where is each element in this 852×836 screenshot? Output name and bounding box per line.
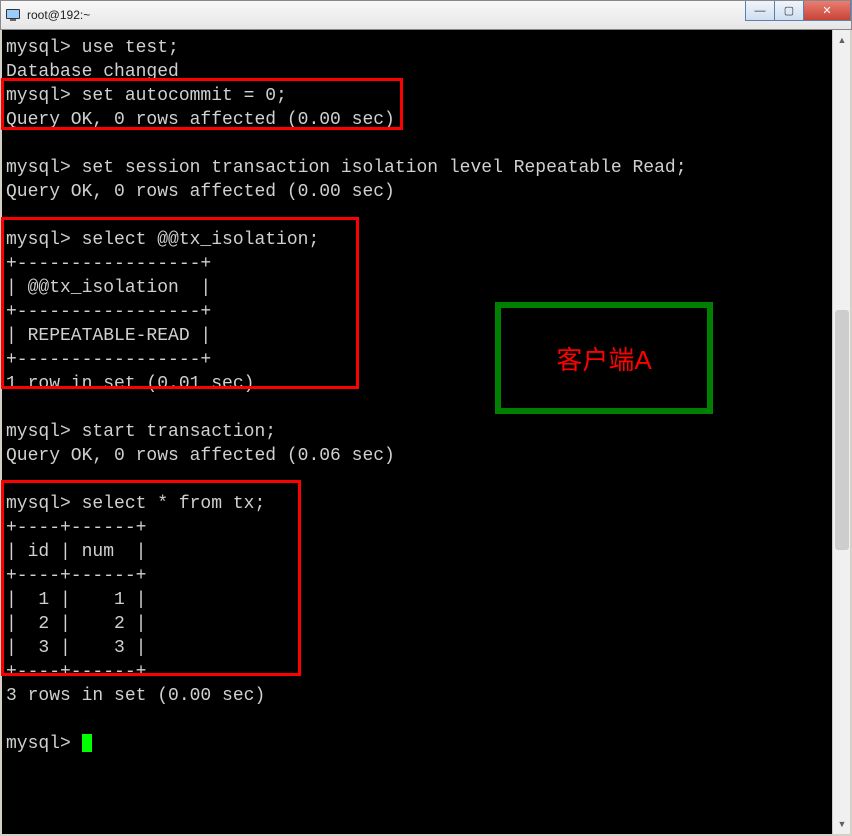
terminal-line (6, 468, 828, 492)
terminal-line: mysql> (6, 732, 828, 756)
window-controls: — ▢ ✕ (746, 1, 851, 23)
close-button[interactable]: ✕ (803, 1, 851, 21)
terminal-line (6, 132, 828, 156)
terminal-line: | 3 | 3 | (6, 636, 828, 660)
terminal-line: +-----------------+ (6, 252, 828, 276)
window-titlebar[interactable]: root@192:~ — ▢ ✕ (0, 0, 852, 30)
terminal-line: mysql> select * from tx; (6, 492, 828, 516)
terminal-cursor (82, 734, 92, 752)
terminal-line (6, 204, 828, 228)
terminal-line: mysql> select @@tx_isolation; (6, 228, 828, 252)
terminal-output[interactable]: mysql> use test;Database changedmysql> s… (2, 30, 832, 834)
vertical-scrollbar[interactable]: ▲ ▼ (832, 30, 850, 834)
terminal-line: +----+------+ (6, 516, 828, 540)
terminal-line: Database changed (6, 60, 828, 84)
terminal-line: mysql> start transaction; (6, 420, 828, 444)
terminal-line: Query OK, 0 rows affected (0.00 sec) (6, 180, 828, 204)
terminal-line (6, 708, 828, 732)
terminal-line: 3 rows in set (0.00 sec) (6, 684, 828, 708)
terminal-line: | @@tx_isolation | (6, 276, 828, 300)
maximize-button[interactable]: ▢ (774, 1, 804, 21)
terminal-line: Query OK, 0 rows affected (0.00 sec) (6, 108, 828, 132)
client-label-text: 客户端A (556, 340, 651, 377)
window-title: root@192:~ (27, 8, 90, 22)
terminal-line: | id | num | (6, 540, 828, 564)
terminal-line: mysql> set autocommit = 0; (6, 84, 828, 108)
terminal-line: +----+------+ (6, 660, 828, 684)
scroll-thumb[interactable] (835, 310, 849, 550)
scroll-down-arrow[interactable]: ▼ (835, 816, 849, 832)
client-label-box: 客户端A (495, 302, 713, 414)
terminal-line: +----+------+ (6, 564, 828, 588)
scroll-up-arrow[interactable]: ▲ (835, 32, 849, 48)
terminal-line: | 1 | 1 | (6, 588, 828, 612)
terminal-line: Query OK, 0 rows affected (0.06 sec) (6, 444, 828, 468)
minimize-button[interactable]: — (745, 1, 775, 21)
terminal-line: mysql> set session transaction isolation… (6, 156, 828, 180)
app-icon (5, 7, 21, 23)
terminal-line: | 2 | 2 | (6, 612, 828, 636)
terminal-line: mysql> use test; (6, 36, 828, 60)
